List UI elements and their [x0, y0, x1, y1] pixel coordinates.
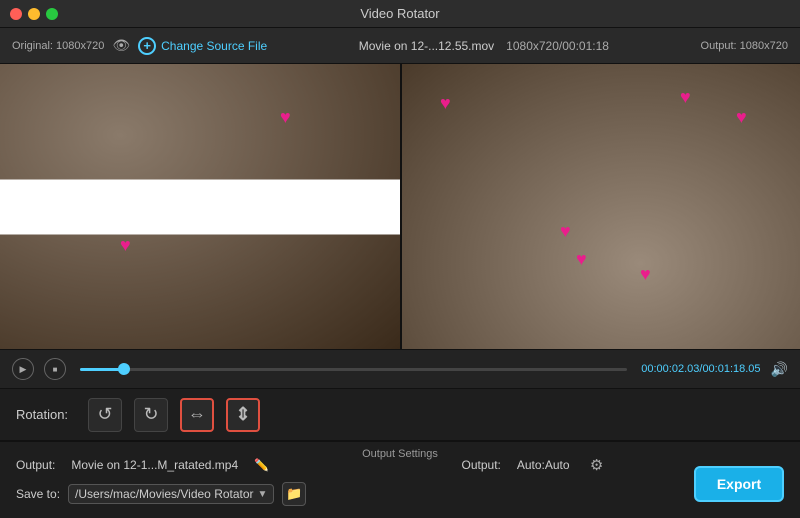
progress-bar[interactable] — [80, 368, 627, 371]
close-button[interactable] — [10, 8, 22, 20]
rotation-label: Rotation: — [16, 407, 68, 422]
time-total: 00:01:18.05 — [702, 363, 760, 375]
change-source-label: Change Source File — [161, 39, 267, 53]
minimize-button[interactable] — [28, 8, 40, 20]
output-settings-value: Auto:Auto — [517, 458, 570, 472]
file-name: Movie on 12-...12.55.mov — [359, 39, 494, 53]
top-bar: Original: 1080x720 👁 + Change Source Fil… — [0, 28, 800, 64]
export-label: Export — [717, 476, 761, 492]
volume-icon[interactable]: 🔊 — [771, 361, 788, 378]
heart-decoration-3: ♥ — [120, 235, 131, 256]
output-settings-label: Output: — [462, 458, 501, 472]
change-source-button[interactable]: + Change Source File — [138, 37, 267, 55]
video-left-preview — [0, 64, 400, 349]
heart-decoration-6: ♥ — [736, 107, 747, 128]
eye-icon[interactable]: 👁 — [112, 37, 130, 54]
heart-decoration-2: ♥ — [440, 93, 451, 114]
flip-horizontal-button[interactable]: ⇔ — [180, 398, 214, 432]
video-left-panel — [0, 64, 400, 349]
output-label: Output: — [16, 458, 55, 472]
rotate-ccw-button[interactable]: ↺ — [88, 398, 122, 432]
save-path-dropdown[interactable]: /Users/mac/Movies/Video Rotator ▼ — [68, 484, 274, 504]
gear-button[interactable]: ⚙ — [586, 454, 608, 476]
heart-decoration-1: ♥ — [280, 107, 291, 128]
heart-decoration-4: ♥ — [560, 221, 571, 242]
play-button[interactable]: ▶ — [12, 358, 34, 380]
flip-vertical-button[interactable]: ⇕ — [226, 398, 260, 432]
original-resolution: Original: 1080x720 — [12, 40, 104, 52]
heart-decoration-5: ♥ — [680, 87, 691, 108]
top-bar-middle: Movie on 12-...12.55.mov 1080x720/00:01:… — [283, 39, 684, 53]
output-resolution: Output: 1080x720 — [701, 40, 788, 52]
export-button[interactable]: Export — [694, 466, 784, 502]
maximize-button[interactable] — [46, 8, 58, 20]
time-display: 00:00:02.03/00:01:18.05 — [641, 363, 760, 375]
time-current: 00:00:02.03 — [641, 363, 699, 375]
save-to-label: Save to: — [16, 487, 60, 501]
save-path-text: /Users/mac/Movies/Video Rotator — [75, 487, 254, 501]
stop-button[interactable]: ■ — [44, 358, 66, 380]
rotate-cw-button[interactable]: ↻ — [134, 398, 168, 432]
heart-decoration-7: ♥ — [576, 249, 587, 270]
heart-decoration-8: ♥ — [640, 264, 651, 285]
add-circle-icon: + — [138, 37, 156, 55]
top-bar-left: Original: 1080x720 👁 + Change Source Fil… — [12, 37, 267, 55]
output-file: Movie on 12-1...M_ratated.mp4 — [71, 458, 238, 472]
file-info: 1080x720/00:01:18 — [506, 39, 609, 53]
folder-button[interactable]: 📁 — [282, 482, 306, 506]
rotation-bar: Rotation: ↺ ↻ ⇔ ⇕ — [0, 389, 800, 441]
traffic-lights — [10, 8, 58, 20]
redaction-bar — [0, 179, 400, 234]
video-area: ♥ ♥ ♥ ♥ ♥ ♥ ♥ ♥ — [0, 64, 800, 349]
title-bar: Video Rotator — [0, 0, 800, 28]
bottom-row-2: Save to: /Users/mac/Movies/Video Rotator… — [16, 482, 784, 506]
bottom-bar: Output Settings Output: Movie on 12-1...… — [0, 441, 800, 518]
progress-fill — [80, 368, 124, 371]
window-title: Video Rotator — [360, 6, 439, 21]
output-settings-title: Output Settings — [362, 448, 438, 460]
progress-thumb — [118, 363, 130, 375]
edit-icon[interactable]: ✏️ — [254, 458, 269, 472]
video-divider — [400, 64, 402, 349]
playback-bar: ▶ ■ 00:00:02.03/00:01:18.05 🔊 — [0, 349, 800, 389]
chevron-down-icon: ▼ — [258, 489, 268, 500]
